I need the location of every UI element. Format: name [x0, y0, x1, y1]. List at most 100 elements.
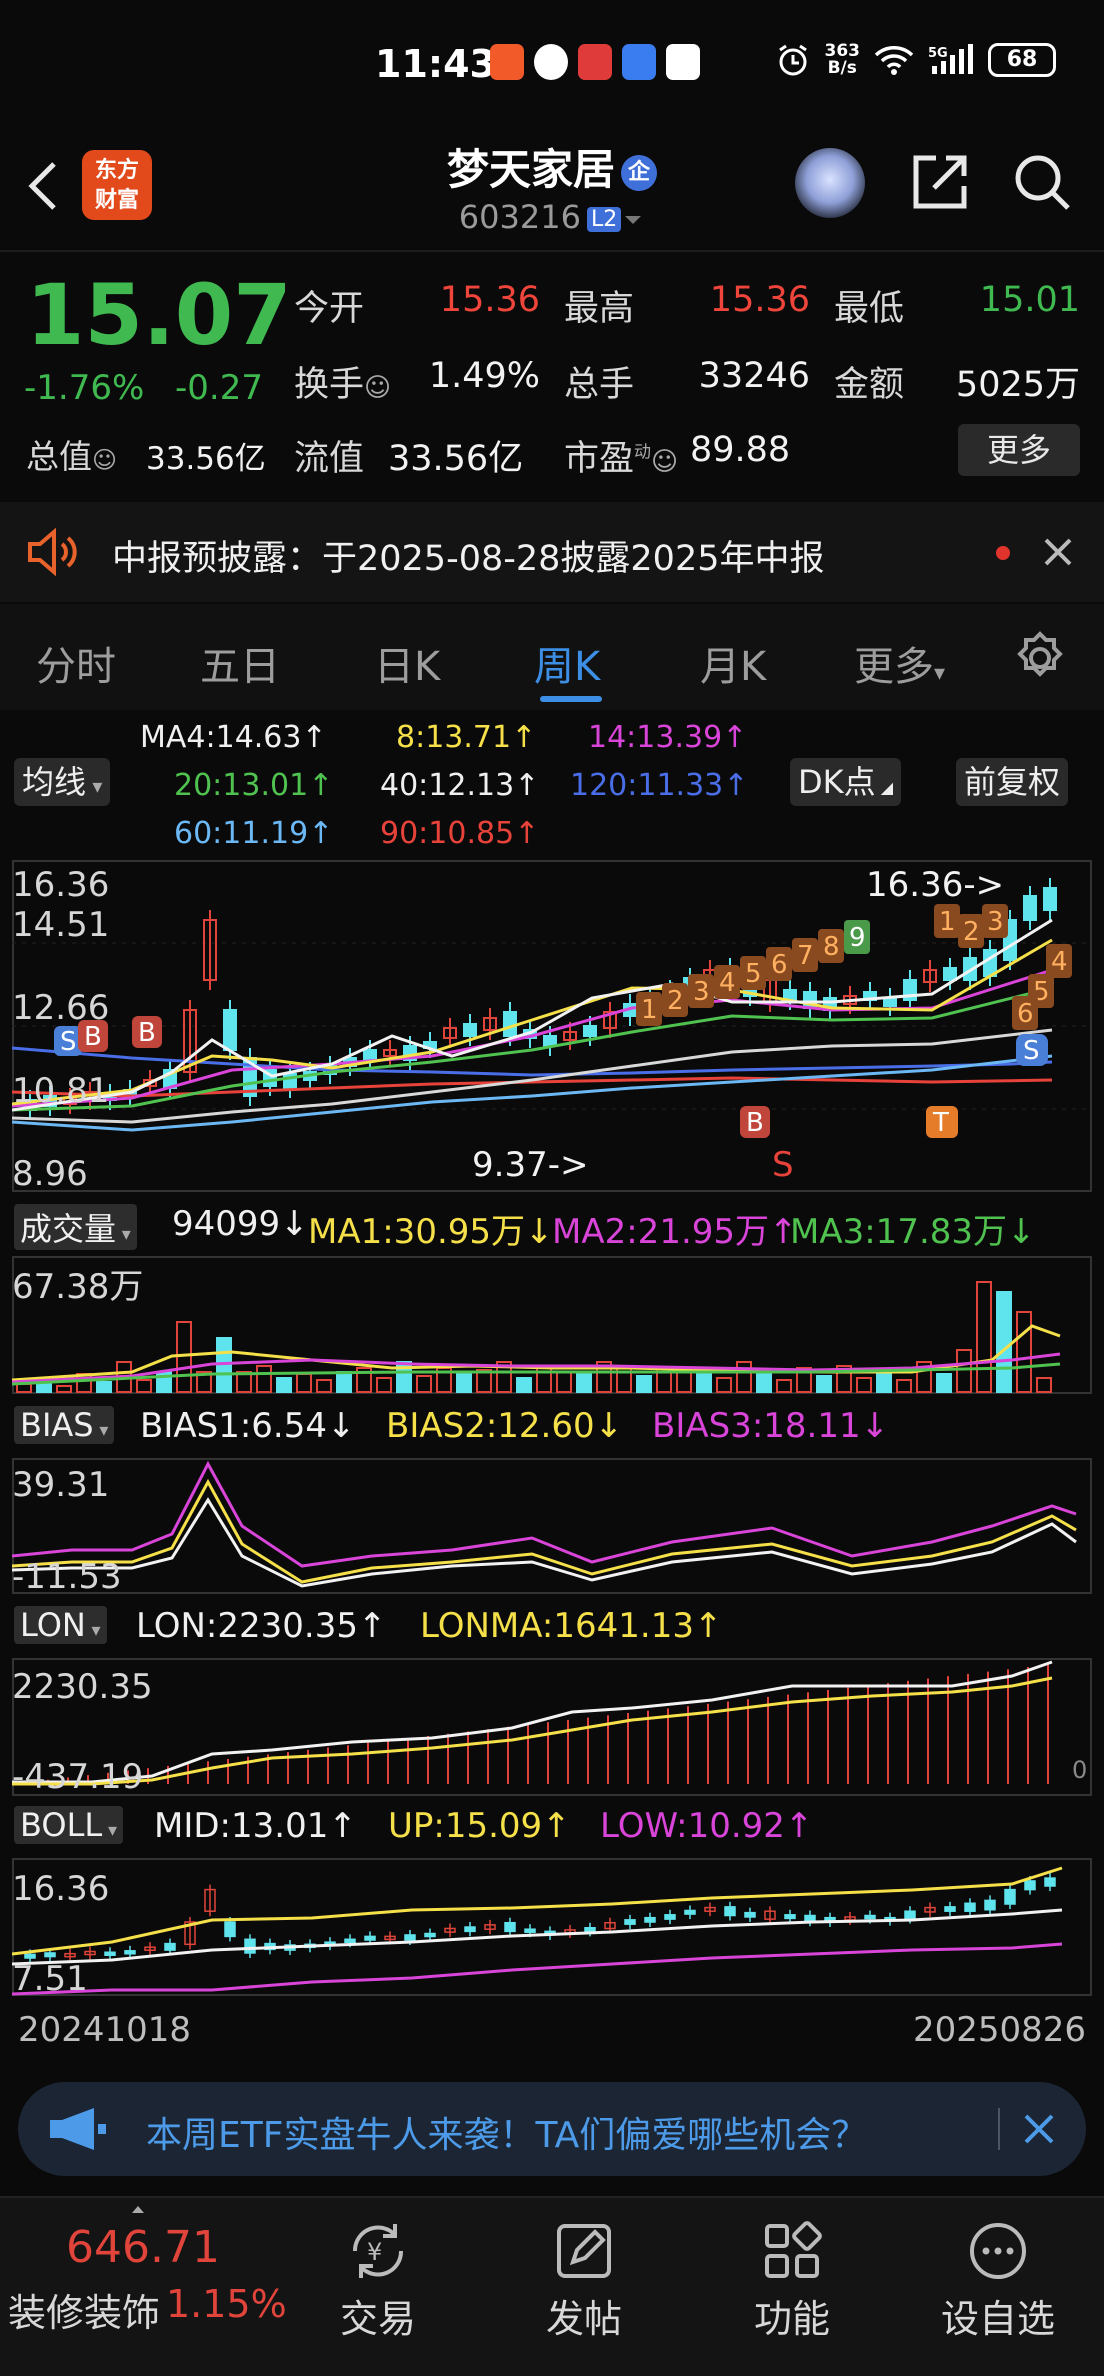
boll-candle — [504, 1921, 516, 1933]
boll-candle — [1004, 1888, 1016, 1905]
signal-icon: 5G — [928, 44, 973, 74]
trade-icon: ¥ — [352, 2224, 404, 2278]
volume-bar — [816, 1375, 832, 1393]
volume-max-label: 67.38万 — [12, 1267, 143, 1307]
volume-bar — [1036, 1377, 1052, 1393]
bias-indicator-button[interactable]: BIAS ▾ — [14, 1406, 115, 1444]
ma60-value: 60:11.19↑ — [174, 816, 334, 851]
ma14-value: 14:13.39↑ — [588, 720, 748, 755]
boll-candle — [804, 1914, 816, 1923]
volume-bar — [296, 1373, 312, 1393]
td-count: 1 — [641, 995, 658, 1025]
tab-five-day[interactable]: 五日 — [200, 634, 280, 692]
search-icon[interactable] — [1010, 150, 1074, 214]
kline-candle — [1023, 895, 1037, 921]
period-tabs: 分时 五日 日K 周K 月K 更多▾ — [0, 604, 1104, 710]
volume-bar — [956, 1349, 972, 1393]
quote-panel: 15.07 -1.76% -0.27 今开 15.36 最高 15.36 最低 … — [0, 250, 1104, 500]
open-value: 15.36 — [439, 280, 540, 320]
nav-functions[interactable]: 功能 — [712, 2198, 872, 2343]
chevron-down-icon — [625, 216, 642, 224]
tab-daily-k[interactable]: 日K — [374, 634, 440, 692]
turnover-label: 换手☺ — [294, 365, 392, 405]
td-count: 6 — [771, 950, 788, 980]
share-icon[interactable] — [908, 150, 972, 214]
bias2-value: BIAS2:12.60↓ — [386, 1406, 624, 1446]
lonma-value: LONMA:1641.13↑ — [420, 1606, 723, 1646]
boll-indicator-button[interactable]: BOLL ▾ — [14, 1806, 123, 1844]
pe-label: 市盈动☺ — [564, 439, 679, 479]
boll-candle — [864, 1914, 876, 1920]
kline-y-label: 10.81 — [12, 1071, 109, 1111]
svg-text:5G: 5G — [928, 46, 948, 61]
kline-candle — [1043, 887, 1057, 911]
unread-dot — [996, 546, 1010, 560]
battery-icon: 68 — [988, 43, 1056, 77]
ma40-value: 40:12.13↑ — [380, 768, 540, 803]
more-stats-button[interactable]: 更多 — [958, 424, 1080, 476]
close-icon[interactable] — [1042, 536, 1074, 568]
td-count: 7 — [797, 941, 814, 971]
wifi-icon — [874, 46, 914, 75]
notice-bar[interactable]: 中报预披露：于2025-08-28披露2025年中报 — [0, 502, 1104, 602]
bias-chart[interactable]: 39.31 -11.53 — [12, 1458, 1092, 1594]
boll-candle — [44, 1952, 56, 1958]
volume-bar — [1016, 1311, 1032, 1393]
banner-divider — [998, 2108, 1000, 2150]
close-icon[interactable] — [1022, 2112, 1056, 2146]
volume-indicator-button[interactable]: 成交量 ▾ — [14, 1204, 137, 1250]
tab-more[interactable]: 更多▾ — [854, 634, 945, 692]
volume-chart[interactable]: 67.38万 — [12, 1256, 1092, 1394]
ma-select-button[interactable]: 均线 ▾ — [14, 758, 111, 806]
boll-candle — [744, 1911, 756, 1918]
notification-icons — [490, 44, 700, 80]
hand-icon — [534, 44, 568, 80]
svg-text:S: S — [1023, 1036, 1040, 1066]
volume-ma3: MA3:17.83万↓ — [790, 1212, 1036, 1252]
kline-y-label: 14.51 — [12, 905, 109, 945]
nav-watchlist[interactable]: 设自选 — [918, 2198, 1078, 2343]
total-value-label: 总值☺ — [26, 437, 118, 476]
kline-candle — [943, 967, 957, 981]
volume-bar — [136, 1379, 152, 1393]
app-notification-icon — [490, 44, 524, 80]
boll-mid-value: MID:13.01↑ — [154, 1806, 357, 1846]
volume-bar — [936, 1373, 952, 1393]
status-bar: 11:43 363 B/s 5G 68 — [0, 0, 1104, 130]
current-price: 15.07 — [26, 266, 292, 364]
boll-chart[interactable]: 16.36 7.51 — [12, 1858, 1092, 1996]
tab-weekly-k[interactable]: 周K — [534, 634, 600, 692]
nav-trade[interactable]: ¥ 交易 — [298, 2198, 458, 2343]
kline-candle — [363, 1049, 377, 1061]
sector-change: 1.15% — [166, 2282, 287, 2326]
adjust-mode-button[interactable]: 前复权 — [956, 758, 1069, 806]
nav-post[interactable]: 发帖 — [504, 2198, 664, 2343]
app-notification-icon — [666, 44, 700, 80]
chevron-up-icon — [132, 2206, 144, 2213]
svg-text:T: T — [932, 1108, 949, 1138]
promo-banner[interactable]: 本周ETF实盘牛人来袭！TA们偏爱哪些机会？ — [18, 2082, 1086, 2176]
tab-monthly-k[interactable]: 月K — [700, 634, 766, 692]
low-label: 最低 — [834, 289, 905, 329]
gear-icon[interactable] — [1012, 630, 1068, 686]
period-low-label: 9.37-> — [472, 1145, 588, 1185]
boll-candle — [784, 1914, 796, 1920]
tab-intraday[interactable]: 分时 — [36, 634, 116, 692]
high-label: 最高 — [564, 289, 635, 329]
kline-chart[interactable]: 16.36 14.51 12.66 10.81 8.96 16.36-> 9.3… — [12, 860, 1092, 1192]
status-time: 11:43 — [375, 42, 496, 86]
banner-text: 本周ETF实盘牛人来袭！TA们偏爱哪些机会？ — [146, 2115, 868, 2156]
boll-candle — [24, 1953, 36, 1959]
sector-index[interactable]: 646.71 装修装饰 1.15% — [0, 2198, 290, 2376]
boll-up-value: UP:15.09↑ — [388, 1806, 571, 1846]
boll-candle — [584, 1927, 596, 1933]
boll-candle — [684, 1909, 696, 1915]
amount-value: 5025万 — [955, 365, 1080, 405]
lon-chart[interactable]: 2230.35 -437.19 0 — [12, 1658, 1092, 1796]
boll-y-bottom: 7.51 — [12, 1959, 88, 1996]
assistant-robot-icon[interactable] — [795, 148, 865, 218]
ma4-value: MA4:14.63↑ — [140, 720, 327, 755]
dk-point-button[interactable]: DK点 ◢ — [790, 758, 902, 806]
lon-indicator-button[interactable]: LON ▾ — [14, 1606, 107, 1644]
app-notification-icon — [622, 44, 656, 80]
